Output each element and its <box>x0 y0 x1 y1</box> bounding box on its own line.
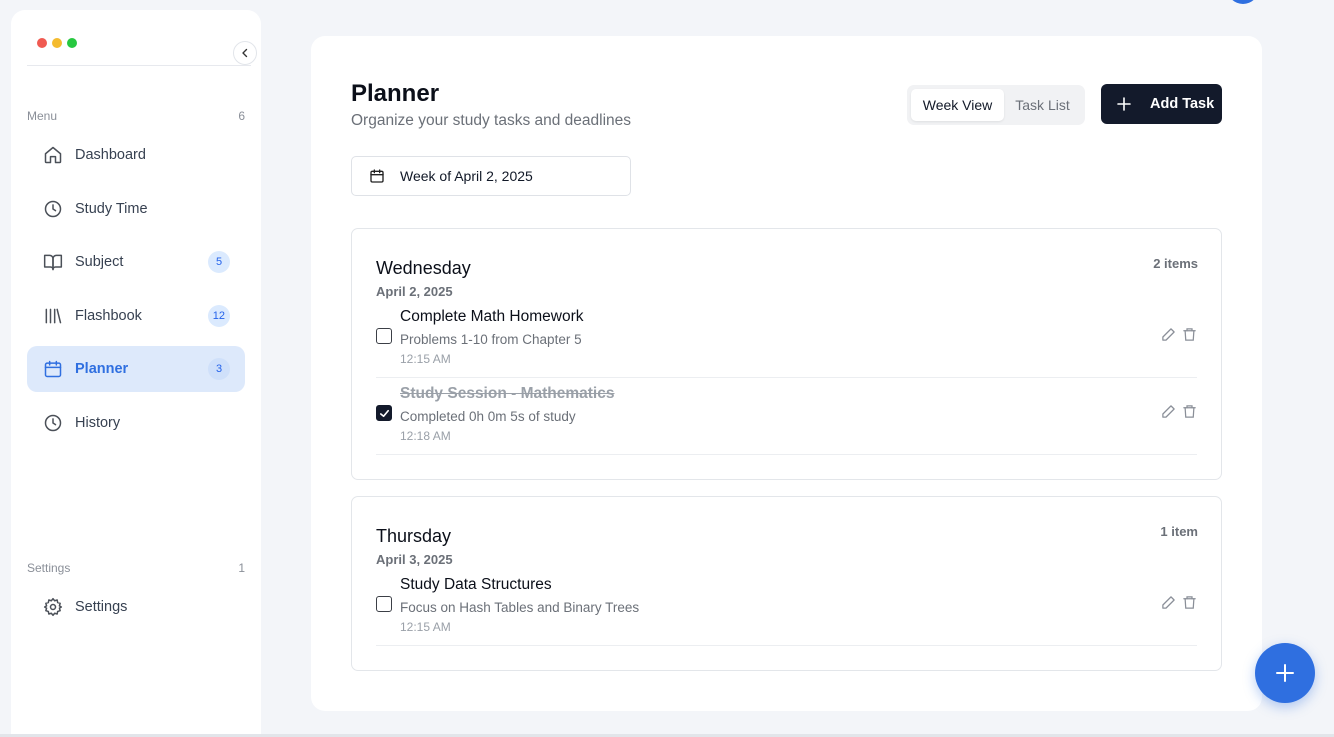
menu-section-header: Menu 6 <box>27 109 245 123</box>
task-row: Complete Math Homework Problems 1-10 fro… <box>376 301 1197 378</box>
day-item-count: 2 items <box>1153 256 1198 271</box>
task-checkbox[interactable] <box>376 328 392 344</box>
page-title: Planner <box>351 80 440 107</box>
edit-icon[interactable] <box>1161 327 1176 342</box>
sidebar-item-subject[interactable]: Subject 5 <box>27 239 245 285</box>
clock-icon <box>42 198 64 220</box>
day-date: April 3, 2025 <box>376 552 453 567</box>
day-name: Wednesday <box>376 258 471 278</box>
trash-icon[interactable] <box>1182 404 1197 419</box>
sidebar-item-label: Subject <box>75 254 124 270</box>
home-icon <box>42 144 64 166</box>
task-actions <box>1161 595 1197 610</box>
clock-icon <box>42 412 64 434</box>
sidebar-item-label: Settings <box>75 599 128 615</box>
avatar[interactable] <box>1227 0 1259 4</box>
menu-section-label: Menu <box>27 109 58 123</box>
planner-count-badge: 3 <box>208 358 230 380</box>
week-view-tab[interactable]: Week View <box>911 89 1004 121</box>
gear-icon <box>42 596 64 618</box>
book-icon <box>42 251 64 273</box>
view-toggle: Week View Task List <box>907 85 1085 125</box>
calendar-icon <box>42 358 64 380</box>
task-title: Complete Math Homework <box>400 308 584 325</box>
add-task-label: Add Task <box>1150 96 1215 112</box>
sidebar-item-label: Dashboard <box>75 147 146 163</box>
library-icon <box>42 305 64 327</box>
task-description: Completed 0h 0m 5s of study <box>400 409 576 424</box>
task-row: Study Data Structures Focus on Hash Tabl… <box>376 569 1197 646</box>
edit-icon[interactable] <box>1161 595 1176 610</box>
flashbook-count-badge: 12 <box>207 305 230 327</box>
task-time: 12:15 AM <box>400 620 451 634</box>
close-window-dot[interactable] <box>37 38 47 48</box>
floating-add-button[interactable] <box>1255 643 1315 703</box>
task-title: Study Session - Mathematics <box>400 385 615 402</box>
day-card-wednesday: Wednesday April 2, 2025 2 items Complete… <box>351 228 1222 480</box>
task-description: Problems 1-10 from Chapter 5 <box>400 332 582 347</box>
trash-icon[interactable] <box>1182 327 1197 342</box>
check-icon <box>379 409 389 417</box>
task-time: 12:15 AM <box>400 352 451 366</box>
task-actions <box>1161 404 1197 419</box>
task-list-tab[interactable]: Task List <box>1004 89 1081 121</box>
sidebar-item-history[interactable]: History <box>27 400 245 446</box>
settings-section-count: 1 <box>238 561 245 575</box>
chevron-left-icon <box>242 48 248 58</box>
sidebar-item-dashboard[interactable]: Dashboard <box>27 132 245 178</box>
week-label: Week of April 2, 2025 <box>400 168 533 184</box>
add-task-button[interactable]: Add Task <box>1101 84 1222 124</box>
day-name: Thursday <box>376 526 452 546</box>
sidebar: Menu 6 Dashboard Study Time Subject 5 Fl… <box>11 10 261 737</box>
edit-icon[interactable] <box>1161 404 1176 419</box>
task-checkbox[interactable] <box>376 405 392 421</box>
task-title: Study Data Structures <box>400 576 552 593</box>
task-row: Study Session - Mathematics Completed 0h… <box>376 378 1197 455</box>
task-actions <box>1161 327 1197 342</box>
task-checkbox[interactable] <box>376 596 392 612</box>
sidebar-item-flashbook[interactable]: Flashbook 12 <box>27 293 245 339</box>
task-description: Focus on Hash Tables and Binary Trees <box>400 600 640 615</box>
sidebar-item-label: Planner <box>75 361 129 377</box>
menu-section-count: 6 <box>238 109 245 123</box>
minimize-window-dot[interactable] <box>52 38 62 48</box>
sidebar-item-label: Study Time <box>75 201 148 217</box>
collapse-sidebar-button[interactable] <box>233 41 257 65</box>
subject-count-badge: 5 <box>208 251 230 273</box>
plus-icon <box>1117 97 1131 111</box>
day-date: April 2, 2025 <box>376 284 453 299</box>
calendar-icon <box>370 169 384 183</box>
settings-section-label: Settings <box>27 561 71 575</box>
planner-panel: Planner Organize your study tasks and de… <box>311 36 1262 711</box>
sidebar-item-planner[interactable]: Planner 3 <box>27 346 245 392</box>
sidebar-item-label: Flashbook <box>75 308 142 324</box>
page-subtitle: Organize your study tasks and deadlines <box>351 112 632 129</box>
settings-section-header: Settings 1 <box>27 561 245 575</box>
plus-icon <box>1276 664 1294 682</box>
day-card-thursday: Thursday April 3, 2025 1 item Study Data… <box>351 496 1222 671</box>
maximize-window-dot[interactable] <box>67 38 77 48</box>
sidebar-item-study-time[interactable]: Study Time <box>27 186 245 232</box>
day-item-count: 1 item <box>1160 524 1198 539</box>
sidebar-item-label: History <box>75 415 121 431</box>
window-controls <box>37 38 77 48</box>
sidebar-item-settings[interactable]: Settings <box>27 584 245 630</box>
task-time: 12:18 AM <box>400 429 451 443</box>
trash-icon[interactable] <box>1182 595 1197 610</box>
week-picker[interactable]: Week of April 2, 2025 <box>351 156 631 196</box>
sidebar-divider <box>27 65 251 66</box>
